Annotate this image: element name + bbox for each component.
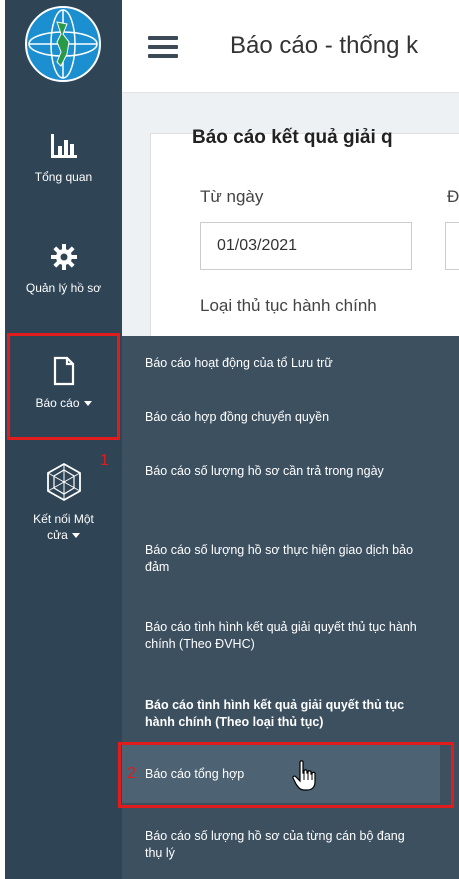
highlight-box-reports [7,333,120,440]
sidebar-item-label: Kết nối Một cửa [33,512,94,542]
step-number-2: 2 [127,765,136,782]
top-bar: Báo cáo - thống k [122,0,459,93]
menu-item-results-by-procedure[interactable]: Báo cáo tình hình kết quả giải quyết thủ… [145,697,435,731]
to-date-label: Đ [447,187,459,206]
menu-item-secured-transactions[interactable]: Báo cáo số lượng hồ sơ thực hiện giao dị… [145,542,425,576]
menu-item-results-by-unit[interactable]: Báo cáo tình hình kết quả giải quyết thủ… [145,619,435,653]
page-title: Báo cáo - thống k [230,32,419,59]
procedure-type-label: Loại thủ tục hành chính [200,296,377,315]
sidebar-item-records[interactable]: Quản lý hồ sơ [5,243,122,296]
logo-globe-icon[interactable] [25,6,101,82]
gear-icon [5,243,122,274]
sidebar-item-one-stop[interactable]: Kết nối Một cửa [5,462,122,543]
menu-item-storage-activity[interactable]: Báo cáo hoạt động của tổ Lưu trữ [145,355,445,372]
step-number-1: 1 [100,452,109,469]
menu-item-transfer-contract[interactable]: Báo cáo hợp đồng chuyển quyền [145,409,445,426]
sidebar-item-label: Quản lý hồ sơ [25,281,102,295]
hamburger-menu-icon[interactable] [148,36,178,58]
sidebar-item-label: Tổng quan [34,170,93,184]
report-card-title: Báo cáo kết quả giải q [192,127,393,148]
sidebar-item-overview[interactable]: Tổng quan [5,132,122,185]
to-date-input[interactable] [445,222,459,270]
from-date-input[interactable]: 01/03/2021 [200,222,412,270]
sidebar-item-label-wrap: Kết nối Một cửa [24,511,104,543]
menu-item-records-due-today[interactable]: Báo cáo số lượng hồ sơ cần trả trong ngà… [145,463,425,480]
from-date-label: Từ ngày [200,187,264,206]
chevron-down-icon [71,533,80,539]
highlight-box-summary-report [118,742,454,808]
bar-chart-icon [5,132,122,163]
menu-item-records-per-officer[interactable]: Báo cáo số lượng hồ sơ của từng cán bộ đ… [145,828,415,862]
